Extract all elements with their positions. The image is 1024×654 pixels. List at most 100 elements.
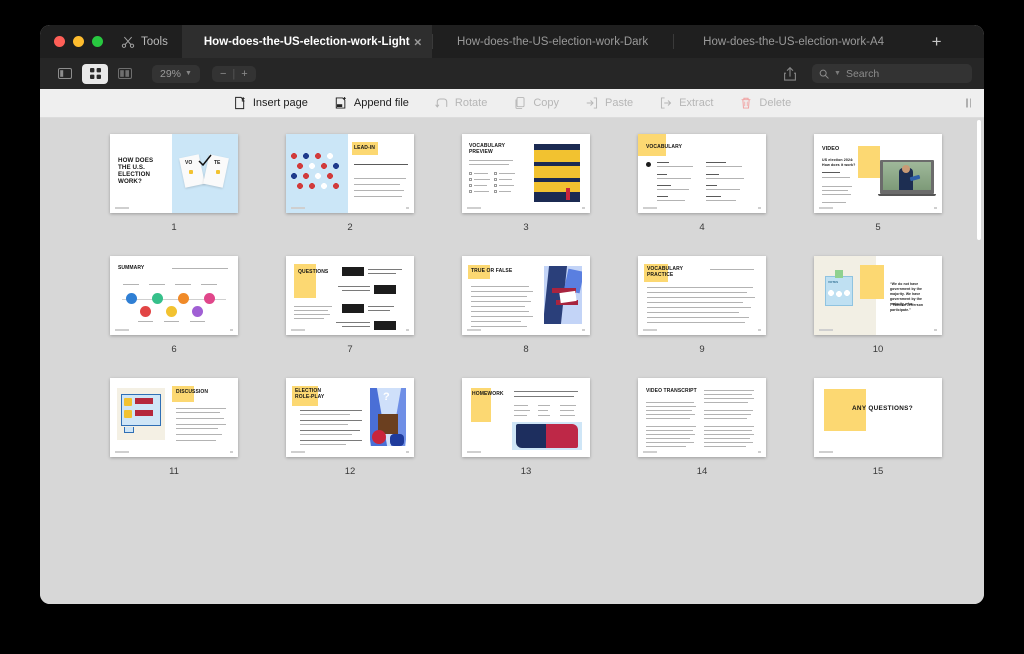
page-number-label: 9	[699, 344, 705, 355]
new-tab-button[interactable]: +	[914, 25, 960, 58]
page-thumbnail-10[interactable]: VOTES “We do not have government by the …	[814, 256, 942, 335]
page-cell[interactable]: VOCABULARY 4	[614, 134, 790, 256]
page-thumbnail-7[interactable]: QUESTIONS	[286, 256, 414, 335]
page-number-label: 13	[520, 466, 532, 477]
tools-button[interactable]: Tools	[117, 25, 182, 58]
page-thumbnail-13[interactable]: HOMEWORK	[462, 378, 590, 457]
delete-button: Delete	[739, 96, 791, 110]
page-thumbnail-14[interactable]: VIDEO TRANSCRIPT	[638, 378, 766, 457]
tab-label: How-does-the-US-election-work-Light	[203, 35, 410, 48]
slide-art-questions: QUESTIONS	[286, 256, 414, 335]
page-thumbnail-area: HOW DOES THE U.S. ELECTION WORK? VO TE 1	[40, 118, 984, 604]
page-cell[interactable]: VOCABULARY PREVIEW 3	[438, 134, 614, 256]
search-icon	[819, 69, 829, 79]
slide-art-true-false: TRUE OR FALSE	[462, 256, 590, 335]
tab-close-icon[interactable]: ×	[414, 35, 422, 48]
page-number-label: 5	[875, 222, 881, 233]
page-cell[interactable]: TRUE OR FALSE 8	[438, 256, 614, 378]
slide-art-transcript: VIDEO TRANSCRIPT	[638, 378, 766, 457]
tab-label: How-does-the-US-election-work-Dark	[457, 35, 649, 48]
page-thumbnail-15[interactable]: ANY QUESTIONS?	[814, 378, 942, 457]
stepper-divider: |	[232, 67, 236, 80]
page-cell[interactable]: HOMEWORK 13	[438, 378, 614, 500]
page-cell[interactable]: QUESTIONS 7	[262, 256, 438, 378]
slide-title: SUMMARY	[118, 265, 145, 271]
checkmark-icon	[198, 154, 212, 166]
split-view-button[interactable]	[112, 64, 138, 84]
extract-icon	[661, 97, 672, 109]
vertical-scrollbar[interactable]	[977, 120, 981, 240]
page-thumbnail-8[interactable]: TRUE OR FALSE	[462, 256, 590, 335]
page-number-label: 6	[171, 344, 177, 355]
grid-view-button[interactable]	[82, 63, 108, 84]
slide-art-lead-in: LEAD-IN	[286, 134, 414, 213]
slide-title: VOCABULARY PREVIEW	[469, 143, 506, 155]
video-subtitle-2: How does it work?	[822, 163, 856, 167]
search-scope-chevron-icon[interactable]: ▼	[834, 70, 841, 77]
title-bar: Tools How-does-the-US-election-work-Ligh…	[40, 25, 984, 58]
page-number-label: 4	[699, 222, 705, 233]
action-label: Delete	[759, 97, 792, 109]
rotate-button: Rotate	[435, 96, 487, 110]
close-window-button[interactable]	[54, 36, 65, 47]
page-cell[interactable]: VOCABULARY PRACTICE 9	[614, 256, 790, 378]
minimize-window-button[interactable]	[73, 36, 84, 47]
tab-strip: How-does-the-US-election-work-Light × Ho…	[181, 25, 984, 58]
insert-page-icon	[234, 96, 245, 110]
page-thumbnail-12[interactable]: ELECTION ROLE-PLAY ?	[286, 378, 414, 457]
page-cell[interactable]: DISCUSSION 11	[86, 378, 262, 500]
tab-dark[interactable]: How-does-the-US-election-work-Dark	[433, 25, 673, 58]
page-thumbnail-11[interactable]: DISCUSSION	[110, 378, 238, 457]
slide-art-video: VIDEO US election 2024: How does it work…	[814, 134, 942, 213]
slide-art-homework: HOMEWORK	[462, 378, 590, 457]
zoom-out-button[interactable]: −	[220, 68, 226, 80]
page-number-label: 14	[696, 466, 708, 477]
action-label: Rotate	[454, 97, 488, 109]
slide-art-quote: VOTES “We do not have government by the …	[814, 256, 942, 335]
tab-a4[interactable]: How-does-the-US-election-work-A4	[674, 25, 914, 58]
scissors-icon	[121, 36, 135, 48]
page-cell[interactable]: LEAD-IN 2	[262, 134, 438, 256]
page-cell[interactable]: VOTES “We do not have government by the …	[790, 256, 966, 378]
page-cell[interactable]: ANY QUESTIONS? 15	[790, 378, 966, 500]
page-number-label: 15	[872, 466, 884, 477]
slide-title: LEAD-IN	[354, 145, 375, 151]
insert-page-button[interactable]: Insert page	[233, 96, 308, 110]
page-thumbnail-3[interactable]: VOCABULARY PREVIEW	[462, 134, 590, 213]
tab-light[interactable]: How-does-the-US-election-work-Light ×	[181, 25, 432, 58]
page-action-bar: Insert page Append file Rotate Copy Past…	[40, 89, 984, 118]
page-number-label: 2	[347, 222, 353, 233]
search-input[interactable]: ▼ Search	[812, 64, 972, 83]
page-number-label: 3	[523, 222, 529, 233]
zoom-level-label: 29%	[160, 67, 182, 80]
action-label: Extract	[679, 97, 714, 109]
zoom-stepper[interactable]: − | +	[211, 65, 256, 82]
extract-button: Extract	[659, 96, 713, 110]
drag-grip-icon[interactable]	[966, 98, 971, 108]
page-thumbnail-5[interactable]: VIDEO US election 2024: How does it work…	[814, 134, 942, 213]
page-cell[interactable]: SUMMARY 6	[86, 256, 262, 378]
zoom-in-button[interactable]: +	[241, 68, 247, 80]
append-file-button[interactable]: Append file	[334, 96, 409, 110]
maximize-window-button[interactable]	[92, 36, 103, 47]
sidebar-toggle-button[interactable]	[52, 64, 78, 84]
slide-art-vocabulary: VOCABULARY	[638, 134, 766, 213]
sidebar-icon	[58, 68, 72, 79]
zoom-level-dropdown[interactable]: 29% ▼	[152, 64, 200, 83]
page-thumbnail-4[interactable]: VOCABULARY	[638, 134, 766, 213]
page-number-label: 1	[171, 222, 177, 233]
slide-title: QUESTIONS	[298, 269, 329, 275]
page-thumbnail-1[interactable]: HOW DOES THE U.S. ELECTION WORK? VO TE	[110, 134, 238, 213]
share-icon[interactable]	[782, 66, 798, 82]
page-cell[interactable]: VIDEO TRANSCRIPT 14	[614, 378, 790, 500]
quote-text: “We do not have government by the majori…	[890, 282, 923, 312]
thumbnail-grid: HOW DOES THE U.S. ELECTION WORK? VO TE 1	[40, 118, 984, 500]
page-thumbnail-2[interactable]: LEAD-IN	[286, 134, 414, 213]
page-cell[interactable]: VIDEO US election 2024: How does it work…	[790, 134, 966, 256]
page-cell[interactable]: ELECTION ROLE-PLAY ? 12	[262, 378, 438, 500]
page-thumbnail-6[interactable]: SUMMARY	[110, 256, 238, 335]
slide-art-vocab-preview: VOCABULARY PREVIEW	[462, 134, 590, 213]
page-thumbnail-9[interactable]: VOCABULARY PRACTICE	[638, 256, 766, 335]
vote-left-text: VO	[185, 160, 193, 166]
page-cell[interactable]: HOW DOES THE U.S. ELECTION WORK? VO TE 1	[86, 134, 262, 256]
